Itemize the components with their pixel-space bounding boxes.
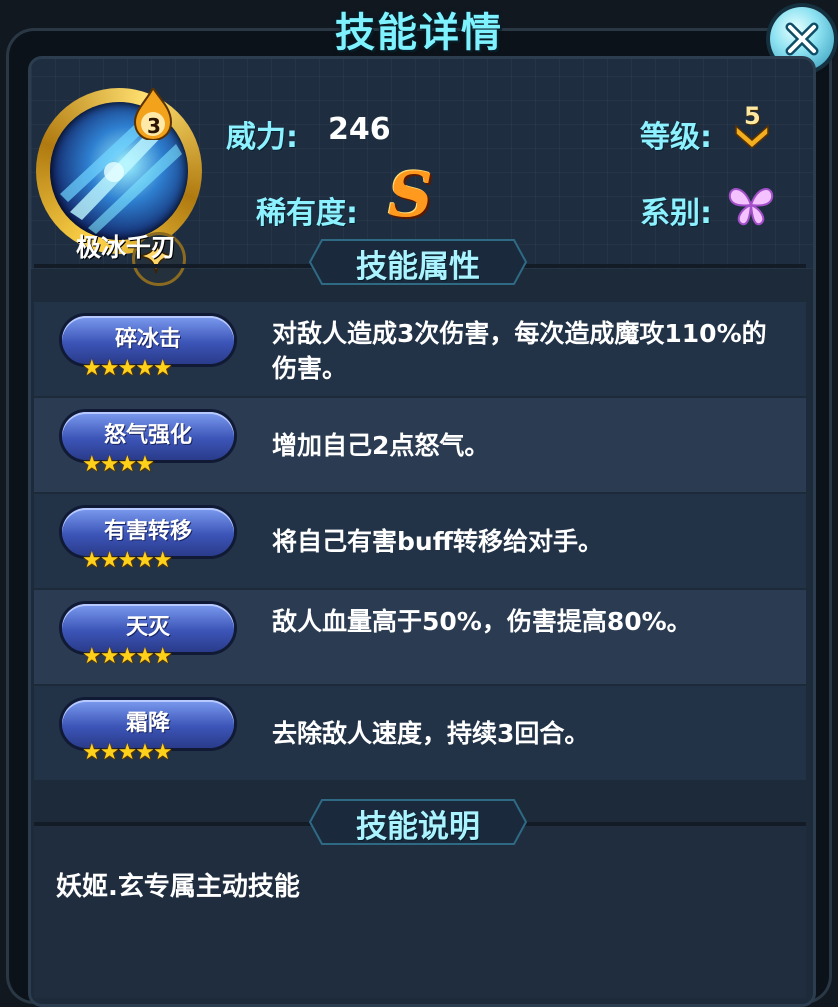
attribute-row: 天灭 ★★★★★ 敌人血量高于50%，伤害提高80%。	[34, 590, 806, 684]
grade-label: 等级:	[640, 120, 712, 155]
attributes-list: 碎冰击 ★★★★★ 对敌人造成3次伤害，每次造成魔攻110%的伤害。 怒气强化 …	[34, 302, 806, 782]
skill-icon: 3	[36, 48, 206, 286]
rarity-value: S	[388, 158, 433, 231]
attribute-description: 增加自己2点怒气。	[272, 431, 490, 460]
power-label: 威力:	[226, 120, 298, 155]
attribute-stars: ★★★★★	[82, 644, 173, 669]
butterfly-icon	[728, 188, 774, 226]
close-icon	[785, 22, 819, 56]
grade-badge: 5	[732, 102, 772, 149]
attribute-row: 有害转移 ★★★★★ 将自己有害buff转移给对手。	[34, 494, 806, 588]
grade-value: 5	[744, 102, 761, 130]
attribute-stars: ★★★★★	[82, 548, 173, 573]
attributes-title: 技能属性	[356, 249, 480, 285]
attribute-description: 将自己有害buff转移给对手。	[272, 527, 603, 556]
skill-name: 极冰千刃	[75, 233, 176, 262]
description-title: 技能说明	[356, 809, 480, 845]
description-area	[34, 826, 806, 998]
attribute-row: 霜降 ★★★★★ 去除敌人速度，持续3回合。	[34, 686, 806, 780]
power-value: 246	[328, 112, 391, 147]
series-icon	[724, 178, 778, 232]
attribute-row: 怒气强化 ★★★★ 增加自己2点怒气。	[34, 398, 806, 492]
attribute-description: 敌人血量高于50%，伤害提高80%。	[272, 607, 692, 636]
rarity-label: 稀有度:	[256, 196, 358, 231]
attribute-stars: ★★★★	[82, 452, 155, 477]
description-text: 妖姬.玄专属主动技能	[56, 872, 300, 902]
attribute-stars: ★★★★★	[82, 356, 173, 381]
series-label: 系别:	[640, 196, 712, 231]
attribute-row: 碎冰击 ★★★★★ 对敌人造成3次伤害，每次造成魔攻110%的伤害。	[34, 302, 806, 396]
skill-level-badge: 3	[147, 114, 161, 138]
attribute-description: 对敌人造成3次伤害，每次造成魔攻110%的伤害。	[272, 319, 767, 383]
attribute-description: 去除敌人速度，持续3回合。	[272, 719, 590, 748]
attribute-stars: ★★★★★	[82, 740, 173, 765]
